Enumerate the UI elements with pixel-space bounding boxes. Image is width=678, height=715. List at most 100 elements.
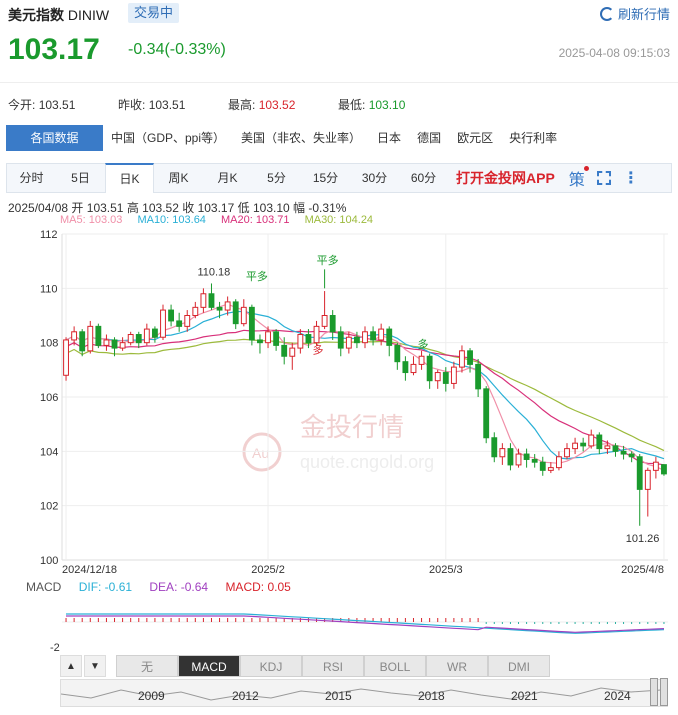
navigator-left-handle[interactable] <box>650 678 658 706</box>
candle-body <box>119 342 126 349</box>
candle-body <box>434 372 441 382</box>
ind-tab-rsi[interactable]: RSI <box>302 655 364 677</box>
y-tick-label: 112 <box>40 229 58 241</box>
ohlc-high: 103.52 <box>142 201 179 215</box>
candle-body <box>580 442 587 447</box>
kline-chart[interactable]: 金投行情 quote.cngold.org Au 112 110 108 106 104 102… <box>0 226 678 578</box>
signal-label: 多 <box>418 337 429 351</box>
candle-body <box>257 339 263 344</box>
fullscreen-icon[interactable] <box>596 171 611 185</box>
ma10-legend: MA10: 103.64 <box>137 214 206 226</box>
tab-usa[interactable]: 美国（非农、失业率） <box>233 125 369 151</box>
ind-tab-kdj[interactable]: KDJ <box>240 655 302 677</box>
arrow-up-button[interactable]: ▲ <box>60 655 82 677</box>
refresh-icon <box>599 6 614 21</box>
candle-body <box>127 334 134 344</box>
ind-tab-none[interactable]: 无 <box>116 655 178 677</box>
candle-body <box>386 328 393 346</box>
signal-label: 多 <box>313 343 324 357</box>
quote-timestamp: 2025-04-08 09:15:03 <box>558 46 670 60</box>
candle-body <box>79 331 86 352</box>
notification-dot <box>583 166 589 171</box>
instrument-name: 美元指数 <box>8 7 64 23</box>
candle-body <box>345 336 352 349</box>
tab-japan[interactable]: 日本 <box>369 125 409 151</box>
candle-body <box>353 336 360 344</box>
ind-tab-boll[interactable]: BOLL <box>364 655 426 677</box>
high-value: 103.52 <box>258 98 296 112</box>
candle-body <box>200 293 207 308</box>
watermark-text: 金投行情 <box>300 413 404 443</box>
x-tick-label: 2025/4/8 <box>621 564 664 576</box>
current-price: 103.17 <box>8 33 100 66</box>
tab-30min[interactable]: 30分 <box>350 164 399 192</box>
candle-body <box>491 437 498 458</box>
macd-y-tick: -2 <box>50 642 60 654</box>
candle-body <box>483 388 490 439</box>
ind-tab-wr[interactable]: WR <box>426 655 488 677</box>
indicator-tabs: ▲ ▼ 无 MACD KDJ RSI BOLL WR DMI <box>60 655 550 677</box>
candle-body <box>475 363 482 390</box>
refresh-button[interactable]: 刷新行情 <box>599 4 670 23</box>
candle-body <box>515 453 522 466</box>
macd-name: MACD <box>26 580 62 594</box>
candle-body <box>499 448 506 458</box>
tab-china[interactable]: 中国（GDP、ppi等） <box>103 125 233 151</box>
tab-monthly-k[interactable]: 月K <box>203 164 252 192</box>
signal-label: 平多 <box>246 269 268 283</box>
arrow-down-button[interactable]: ▼ <box>84 655 106 677</box>
candle-body <box>564 448 570 458</box>
candle-body <box>644 469 651 490</box>
candle-body <box>450 366 457 384</box>
tab-15min[interactable]: 15分 <box>301 164 350 192</box>
tab-5day[interactable]: 5日 <box>56 164 105 192</box>
navigator-right-handle[interactable] <box>660 678 668 706</box>
tab-central-bank-rates[interactable]: 央行利率 <box>501 125 565 151</box>
price-change: -0.34(-0.33%) <box>128 41 226 58</box>
quote-summary: 今开: 103.51 昨收: 103.51 最高: 103.52 最低: 103… <box>8 96 448 113</box>
candle-body <box>248 306 255 341</box>
more-menu-icon[interactable]: ⋮ <box>623 168 639 188</box>
ind-tab-macd[interactable]: MACD <box>178 655 240 677</box>
candle-body <box>523 453 530 460</box>
candle-body <box>362 331 368 344</box>
candle-body <box>459 350 465 368</box>
nav-year-4: 2018 <box>418 689 445 703</box>
candle-body <box>71 331 78 341</box>
ohlc-close-label: 收 <box>182 201 195 215</box>
candle-body <box>572 442 579 450</box>
tab-daily-k[interactable]: 日K <box>105 163 154 193</box>
candle-body <box>184 315 191 327</box>
nav-year-6: 2024 <box>604 689 631 703</box>
y-tick-label: 100 <box>40 555 58 567</box>
x-tick-label: 2024/12/18 <box>62 564 117 576</box>
candle-body <box>402 361 409 374</box>
strategy-label: 策 <box>568 172 585 189</box>
signal-label: 平多 <box>317 253 339 267</box>
tab-60min[interactable]: 60分 <box>399 164 448 192</box>
tab-intraday[interactable]: 分时 <box>7 164 56 192</box>
candle-body <box>370 331 377 341</box>
tab-germany[interactable]: 德国 <box>409 125 449 151</box>
y-tick-label: 106 <box>40 392 58 404</box>
macd-legend: MACD DIF: -0.61 DEA: -0.64 MACD: 0.05 <box>26 580 305 594</box>
candle-body <box>63 339 69 376</box>
candle-body <box>103 339 110 346</box>
strategy-icon[interactable]: 策 <box>568 166 589 190</box>
nav-year-3: 2015 <box>325 689 352 703</box>
macd-dif: DIF: -0.61 <box>78 580 133 594</box>
low-value: 103.10 <box>368 98 406 112</box>
open-app-link[interactable]: 打开金投网APP <box>456 168 555 188</box>
tab-eurozone[interactable]: 欧元区 <box>449 125 501 151</box>
tab-countries-data[interactable]: 各国数据 <box>6 125 103 151</box>
tab-5min[interactable]: 5分 <box>252 164 301 192</box>
ind-tab-dmi[interactable]: DMI <box>488 655 550 677</box>
candle-body <box>612 445 619 452</box>
watermark-logo-text: Au <box>252 445 269 461</box>
data-tabs: 各国数据 中国（GDP、ppi等） 美国（非农、失业率） 日本 德国 欧元区 央… <box>6 125 565 151</box>
macd-chart: -2 <box>50 613 668 654</box>
candle-body <box>507 448 514 466</box>
ohlc-amp-label: 幅 <box>293 201 306 215</box>
tab-weekly-k[interactable]: 周K <box>154 164 203 192</box>
candle-body <box>628 453 635 458</box>
